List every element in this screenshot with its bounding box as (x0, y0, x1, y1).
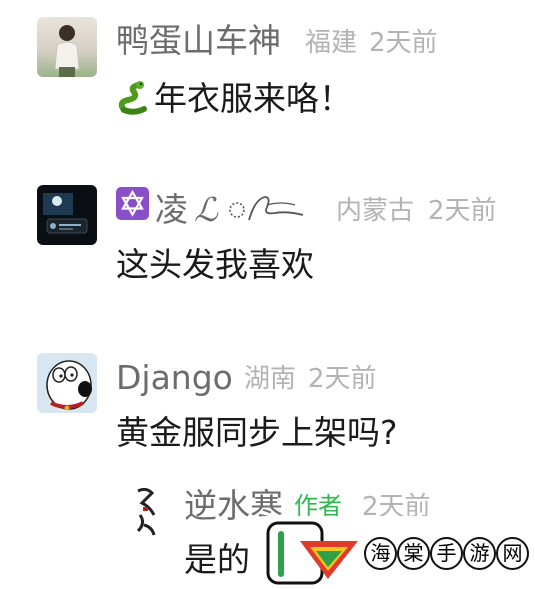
snake-emoji-icon (116, 80, 152, 116)
comment-time: 2天前 (308, 364, 377, 394)
username[interactable]: 鸭蛋山车神 (116, 24, 281, 57)
username-suffix: ℒ (194, 190, 218, 229)
watermark-char: 棠 (397, 537, 430, 570)
username[interactable]: 凌 (155, 193, 188, 226)
decorative-flourish-icon (225, 193, 310, 227)
comment-location: 内蒙古 (336, 196, 415, 226)
watermark-char: 海 (364, 537, 397, 570)
reply-avatar[interactable] (132, 485, 160, 540)
comment-text[interactable]: 黄金服同步上架吗? (116, 416, 398, 449)
user-avatar[interactable] (37, 353, 97, 413)
author-badge: 作者 (294, 492, 342, 520)
comment-text-body: 年衣服来咯！ (154, 79, 352, 118)
comment-location: 福建 (305, 28, 358, 58)
star-of-david-emoji-icon (116, 187, 149, 220)
user-avatar[interactable] (37, 17, 97, 77)
watermark-char: 网 (496, 537, 529, 570)
comment-text[interactable]: 年衣服来咯！ (116, 80, 352, 116)
comment-time: 2天前 (369, 28, 438, 58)
username[interactable]: Django (116, 361, 233, 394)
comment-text[interactable]: 这头发我喜欢 (116, 248, 314, 281)
comment-location: 湖南 (244, 364, 297, 394)
comment-time: 2天前 (428, 196, 497, 226)
watermark-char: 手 (430, 537, 463, 570)
watermark-logo-icon (266, 521, 358, 585)
reply-text[interactable]: 是的 (184, 543, 250, 576)
user-avatar[interactable] (37, 185, 97, 245)
watermark-char: 游 (463, 537, 496, 570)
